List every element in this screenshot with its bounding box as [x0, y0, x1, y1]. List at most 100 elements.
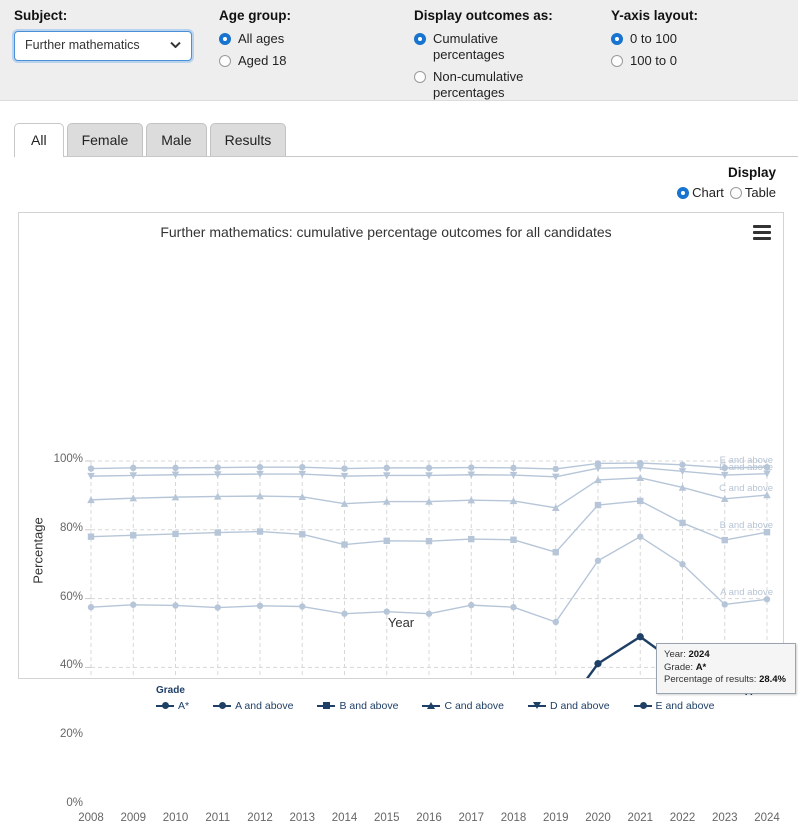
- tab-all[interactable]: All: [14, 123, 64, 157]
- tooltip-year-label: Year:: [664, 649, 686, 660]
- radio-icon: [611, 55, 623, 67]
- y-tick-label: 40%: [59, 659, 83, 672]
- radio-display-table[interactable]: Table: [729, 185, 776, 200]
- x-tick-label: 2017: [458, 812, 485, 824]
- radio-label: 0 to 100: [630, 31, 677, 46]
- radio-icon: [219, 55, 231, 67]
- legend-item-label: A and above: [235, 700, 294, 712]
- tab-underline: [14, 156, 798, 157]
- radio-label: Cumulative percentages: [433, 31, 505, 62]
- x-tick-label: 2016: [416, 812, 442, 824]
- y-tick-label: 0%: [66, 797, 83, 809]
- x-tick-label: 2024: [754, 812, 780, 824]
- subject-control: Subject: Further mathematics: [0, 8, 205, 100]
- y-tick-label: 100%: [53, 453, 83, 465]
- legend-item-label: E and above: [655, 700, 715, 712]
- controls-panel: Subject: Further mathematics Age group: …: [0, 0, 798, 101]
- x-tick-label: 2014: [331, 812, 358, 824]
- radio-display-chart[interactable]: Chart: [677, 185, 724, 200]
- chart-tooltip: Year: 2024 Grade: A* Percentage of resul…: [656, 643, 796, 694]
- series-end-label: C and above: [719, 483, 773, 495]
- radio-label: All ages: [238, 31, 285, 46]
- tooltip-pct-label: Percentage of results:: [664, 674, 757, 685]
- x-axis-title: Year: [387, 615, 415, 630]
- display-toggle: Display Chart Table: [0, 157, 798, 200]
- display-title: Display: [727, 165, 776, 180]
- y-axis-title: Percentage: [30, 517, 46, 584]
- legend-item[interactable]: C and above: [422, 700, 504, 712]
- radio-cumulative-percentages[interactable]: Cumulative percentages: [414, 31, 585, 63]
- x-tick-label: 2019: [542, 812, 569, 824]
- legend-item[interactable]: B and above: [317, 700, 398, 712]
- tooltip-pct-value: 28.4%: [759, 674, 786, 685]
- legend-item[interactable]: A*: [156, 700, 189, 712]
- radio-age-all-ages[interactable]: All ages: [219, 31, 388, 47]
- chart-panel: Further mathematics: cumulative percenta…: [18, 212, 796, 824]
- radio-label: 100 to 0: [630, 53, 677, 68]
- display-outcomes-label: Display outcomes as:: [414, 8, 553, 23]
- display-outcomes-control: Display outcomes as: Cumulative percenta…: [400, 8, 597, 100]
- radio-icon: [611, 33, 623, 45]
- radio-label: Chart: [692, 185, 724, 200]
- legend-marker-icon: [528, 701, 546, 711]
- x-tick-label: 2012: [247, 812, 273, 824]
- legend-marker-icon: [422, 701, 441, 711]
- x-tick-label: 2023: [711, 812, 738, 824]
- legend-item-label: C and above: [444, 700, 504, 712]
- legend-marker-icon: [213, 701, 232, 711]
- radio-icon: [219, 33, 231, 45]
- series-end-label: B and above: [719, 520, 773, 532]
- radio-label: Non-cumulative percentages: [433, 69, 524, 100]
- chevron-down-icon: [171, 42, 181, 48]
- y-tick-label: 60%: [59, 590, 83, 603]
- tab-female[interactable]: Female: [66, 123, 144, 157]
- tab-results[interactable]: Results: [209, 123, 287, 157]
- x-tick-label: 2009: [120, 812, 147, 824]
- x-tick-label: 2008: [78, 812, 104, 824]
- x-tick-label: 2010: [162, 812, 189, 824]
- legend-item-label: B and above: [339, 700, 399, 712]
- radio-icon: [729, 186, 742, 199]
- legend-item-label: A*: [178, 700, 190, 712]
- tooltip-year-value: 2024: [688, 649, 710, 660]
- tab-bar: All Female Male Results: [14, 121, 798, 157]
- legend-item[interactable]: A and above: [213, 700, 293, 712]
- legend-item-label: D and above: [550, 700, 610, 712]
- tooltip-grade-value: A*: [695, 661, 707, 673]
- x-tick-label: 2020: [585, 812, 611, 824]
- chart-plot-area: Percentage Year 0% 20% 40% 60% 80% 100% 2008 20…: [19, 213, 796, 824]
- subject-select[interactable]: Further mathematics: [14, 31, 192, 61]
- x-tick-label: 2018: [500, 812, 527, 824]
- radio-yaxis-0-to-100[interactable]: 0 to 100: [611, 31, 786, 47]
- x-tick-label: 2021: [627, 812, 654, 824]
- x-tick-label: 2011: [205, 812, 231, 824]
- yaxis-layout-control: Y-axis layout: 0 to 100 100 to 0: [597, 8, 798, 100]
- radio-yaxis-100-to-0[interactable]: 100 to 0: [611, 53, 786, 69]
- radio-label: Table: [744, 185, 776, 200]
- y-tick-label: 80%: [59, 521, 83, 534]
- yaxis-layout-label: Y-axis layout:: [611, 8, 699, 23]
- legend-marker-icon: [633, 701, 652, 711]
- x-tick-label: 2013: [289, 812, 316, 824]
- legend-item[interactable]: E and above: [633, 700, 715, 712]
- legend-item[interactable]: D and above: [528, 700, 610, 712]
- legend-marker-icon: [317, 701, 336, 711]
- radio-icon: [414, 71, 426, 83]
- radio-non-cumulative-percentages[interactable]: Non-cumulative percentages: [414, 69, 585, 101]
- legend-marker-icon: [156, 701, 174, 711]
- subject-select-value: Further mathematics: [25, 38, 140, 52]
- radio-age-18[interactable]: Aged 18: [219, 53, 388, 69]
- x-tick-label: 2022: [669, 812, 696, 824]
- radio-icon: [677, 186, 690, 199]
- y-tick-label: 20%: [59, 728, 83, 741]
- age-group-control: Age group: All ages Aged 18: [205, 8, 400, 100]
- radio-icon: [414, 33, 426, 45]
- age-group-label: Age group:: [219, 8, 291, 23]
- tab-male[interactable]: Male: [146, 123, 207, 157]
- subject-label: Subject:: [14, 8, 68, 23]
- series-end-label: E and above: [719, 455, 773, 467]
- radio-label: Aged 18: [238, 53, 287, 68]
- tooltip-grade-label: Grade:: [664, 661, 694, 673]
- chart-svg: [85, 459, 771, 678]
- series-end-label: A and above: [720, 587, 773, 599]
